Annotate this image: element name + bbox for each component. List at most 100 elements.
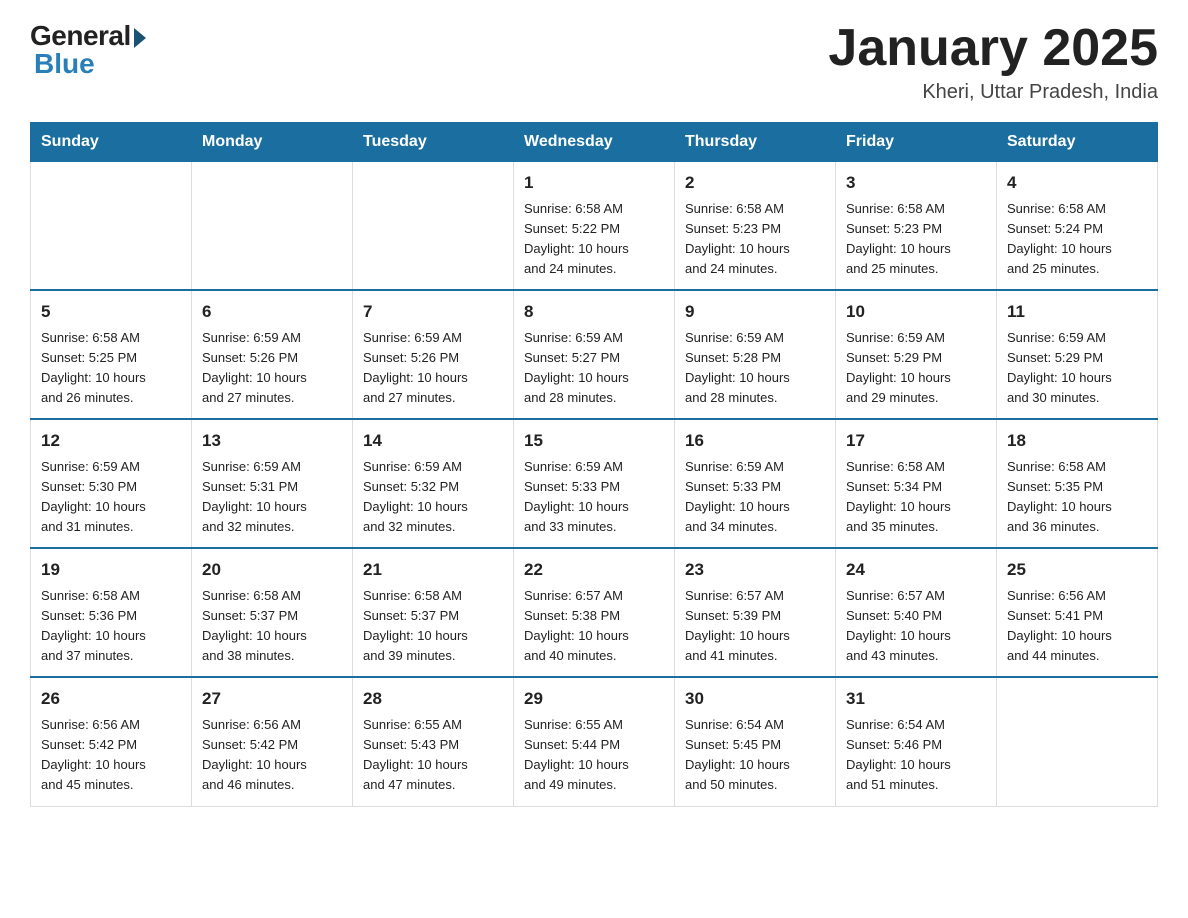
- day-info: Sunrise: 6:56 AMSunset: 5:41 PMDaylight:…: [1007, 586, 1147, 667]
- day-cell: 27 Sunrise: 6:56 AMSunset: 5:42 PMDayligh…: [192, 677, 353, 806]
- day-info: Sunrise: 6:57 AMSunset: 5:40 PMDaylight:…: [846, 586, 986, 667]
- day-cell: 20Sunrise: 6:58 AMSunset: 5:37 PMDayligh…: [192, 548, 353, 677]
- week-row-3: 12Sunrise: 6:59 AMSunset: 5:30 PMDayligh…: [31, 419, 1158, 548]
- day-cell: 13 Sunrise: 6:59 AMSunset: 5:31 PMDayligh…: [192, 419, 353, 548]
- day-number: 1: [524, 170, 664, 196]
- column-header-thursday: Thursday: [675, 123, 836, 162]
- day-info: Sunrise: 6:59 AMSunset: 5:29 PMDaylight:…: [1007, 328, 1147, 409]
- day-cell: 7 Sunrise: 6:59 AMSunset: 5:26 PMDaylight…: [353, 290, 514, 419]
- week-row-2: 5Sunrise: 6:58 AMSunset: 5:25 PMDaylight…: [31, 290, 1158, 419]
- day-info: Sunrise: 6:59 AMSunset: 5:33 PMDaylight:…: [524, 457, 664, 538]
- day-info: Sunrise: 6:55 AMSunset: 5:43 PMDaylight:…: [363, 715, 503, 796]
- day-number: 27: [202, 686, 342, 712]
- week-row-1: 1 Sunrise: 6:58 AMSunset: 5:22 PMDaylight…: [31, 162, 1158, 291]
- day-number: 17: [846, 428, 986, 454]
- day-info: Sunrise: 6:59 AMSunset: 5:30 PMDaylight:…: [41, 457, 181, 538]
- day-info: Sunrise: 6:58 AMSunset: 5:22 PMDaylight:…: [524, 199, 664, 280]
- day-number: 19: [41, 557, 181, 583]
- day-cell: 10Sunrise: 6:59 AMSunset: 5:29 PMDayligh…: [836, 290, 997, 419]
- day-cell: [31, 162, 192, 291]
- day-cell: 17 Sunrise: 6:58 AMSunset: 5:34 PMDayligh…: [836, 419, 997, 548]
- day-number: 7: [363, 299, 503, 325]
- day-cell: 23Sunrise: 6:57 AMSunset: 5:39 PMDayligh…: [675, 548, 836, 677]
- column-header-friday: Friday: [836, 123, 997, 162]
- day-cell: 6 Sunrise: 6:59 AMSunset: 5:26 PMDaylight…: [192, 290, 353, 419]
- column-header-sunday: Sunday: [31, 123, 192, 162]
- location-text: Kheri, Uttar Pradesh, India: [828, 81, 1158, 104]
- day-info: Sunrise: 6:54 AMSunset: 5:45 PMDaylight:…: [685, 715, 825, 796]
- day-cell: [997, 677, 1158, 806]
- day-number: 24: [846, 557, 986, 583]
- day-number: 13: [202, 428, 342, 454]
- day-info: Sunrise: 6:59 AMSunset: 5:26 PMDaylight:…: [363, 328, 503, 409]
- column-header-monday: Monday: [192, 123, 353, 162]
- day-info: Sunrise: 6:59 AMSunset: 5:28 PMDaylight:…: [685, 328, 825, 409]
- calendar-header: SundayMondayTuesdayWednesdayThursdayFrid…: [31, 123, 1158, 162]
- day-info: Sunrise: 6:58 AMSunset: 5:23 PMDaylight:…: [685, 199, 825, 280]
- day-number: 16: [685, 428, 825, 454]
- week-row-4: 19 Sunrise: 6:58 AMSunset: 5:36 PMDayligh…: [31, 548, 1158, 677]
- day-info: Sunrise: 6:58 AMSunset: 5:37 PMDaylight:…: [363, 586, 503, 667]
- day-cell: 28 Sunrise: 6:55 AMSunset: 5:43 PMDayligh…: [353, 677, 514, 806]
- day-number: 3: [846, 170, 986, 196]
- day-cell: 3 Sunrise: 6:58 AMSunset: 5:23 PMDaylight…: [836, 162, 997, 291]
- day-number: 30: [685, 686, 825, 712]
- column-header-wednesday: Wednesday: [514, 123, 675, 162]
- month-title: January 2025: [828, 20, 1158, 77]
- day-number: 26: [41, 686, 181, 712]
- day-cell: 12Sunrise: 6:59 AMSunset: 5:30 PMDayligh…: [31, 419, 192, 548]
- day-cell: 22Sunrise: 6:57 AMSunset: 5:38 PMDayligh…: [514, 548, 675, 677]
- day-info: Sunrise: 6:58 AMSunset: 5:25 PMDaylight:…: [41, 328, 181, 409]
- day-number: 22: [524, 557, 664, 583]
- day-info: Sunrise: 6:59 AMSunset: 5:33 PMDaylight:…: [685, 457, 825, 538]
- column-header-saturday: Saturday: [997, 123, 1158, 162]
- day-number: 15: [524, 428, 664, 454]
- day-info: Sunrise: 6:59 AMSunset: 5:29 PMDaylight:…: [846, 328, 986, 409]
- day-number: 4: [1007, 170, 1147, 196]
- day-number: 8: [524, 299, 664, 325]
- day-info: Sunrise: 6:57 AMSunset: 5:39 PMDaylight:…: [685, 586, 825, 667]
- title-block: January 2025 Kheri, Uttar Pradesh, India: [828, 20, 1158, 104]
- day-info: Sunrise: 6:59 AMSunset: 5:26 PMDaylight:…: [202, 328, 342, 409]
- day-cell: [192, 162, 353, 291]
- day-number: 14: [363, 428, 503, 454]
- day-info: Sunrise: 6:58 AMSunset: 5:34 PMDaylight:…: [846, 457, 986, 538]
- day-number: 2: [685, 170, 825, 196]
- day-info: Sunrise: 6:54 AMSunset: 5:46 PMDaylight:…: [846, 715, 986, 796]
- day-cell: 24 Sunrise: 6:57 AMSunset: 5:40 PMDayligh…: [836, 548, 997, 677]
- day-info: Sunrise: 6:59 AMSunset: 5:27 PMDaylight:…: [524, 328, 664, 409]
- day-number: 31: [846, 686, 986, 712]
- day-cell: 29 Sunrise: 6:55 AMSunset: 5:44 PMDayligh…: [514, 677, 675, 806]
- day-number: 28: [363, 686, 503, 712]
- day-cell: 4Sunrise: 6:58 AMSunset: 5:24 PMDaylight…: [997, 162, 1158, 291]
- week-row-5: 26 Sunrise: 6:56 AMSunset: 5:42 PMDayligh…: [31, 677, 1158, 806]
- day-number: 6: [202, 299, 342, 325]
- day-number: 29: [524, 686, 664, 712]
- day-cell: 14Sunrise: 6:59 AMSunset: 5:32 PMDayligh…: [353, 419, 514, 548]
- day-cell: [353, 162, 514, 291]
- day-cell: 30 Sunrise: 6:54 AMSunset: 5:45 PMDayligh…: [675, 677, 836, 806]
- day-cell: 8 Sunrise: 6:59 AMSunset: 5:27 PMDaylight…: [514, 290, 675, 419]
- day-cell: 11 Sunrise: 6:59 AMSunset: 5:29 PMDayligh…: [997, 290, 1158, 419]
- logo-arrow-icon: [134, 28, 146, 48]
- day-cell: 9 Sunrise: 6:59 AMSunset: 5:28 PMDaylight…: [675, 290, 836, 419]
- day-info: Sunrise: 6:58 AMSunset: 5:36 PMDaylight:…: [41, 586, 181, 667]
- day-info: Sunrise: 6:59 AMSunset: 5:31 PMDaylight:…: [202, 457, 342, 538]
- day-number: 11: [1007, 299, 1147, 325]
- calendar-body: 1 Sunrise: 6:58 AMSunset: 5:22 PMDaylight…: [31, 162, 1158, 806]
- page-header: General Blue January 2025 Kheri, Uttar P…: [30, 20, 1158, 104]
- calendar-table: SundayMondayTuesdayWednesdayThursdayFrid…: [30, 122, 1158, 806]
- day-cell: 18Sunrise: 6:58 AMSunset: 5:35 PMDayligh…: [997, 419, 1158, 548]
- day-number: 18: [1007, 428, 1147, 454]
- header-row: SundayMondayTuesdayWednesdayThursdayFrid…: [31, 123, 1158, 162]
- day-number: 20: [202, 557, 342, 583]
- day-cell: 19 Sunrise: 6:58 AMSunset: 5:36 PMDayligh…: [31, 548, 192, 677]
- day-info: Sunrise: 6:56 AMSunset: 5:42 PMDaylight:…: [202, 715, 342, 796]
- day-number: 9: [685, 299, 825, 325]
- day-info: Sunrise: 6:58 AMSunset: 5:23 PMDaylight:…: [846, 199, 986, 280]
- logo: General Blue: [30, 20, 146, 80]
- day-cell: 2 Sunrise: 6:58 AMSunset: 5:23 PMDaylight…: [675, 162, 836, 291]
- day-cell: 31 Sunrise: 6:54 AMSunset: 5:46 PMDayligh…: [836, 677, 997, 806]
- day-number: 21: [363, 557, 503, 583]
- day-info: Sunrise: 6:55 AMSunset: 5:44 PMDaylight:…: [524, 715, 664, 796]
